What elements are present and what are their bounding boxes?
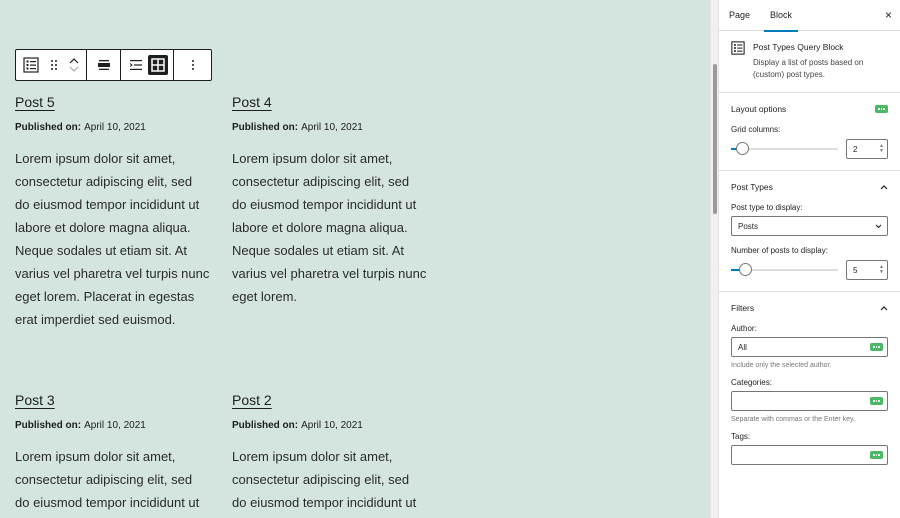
post-date: April 10, 2021 [301,420,363,431]
move-up-icon[interactable] [69,57,79,64]
post-excerpt: Lorem ipsum dolor sit amet, consectetur … [232,449,417,510]
comment-badge-icon [870,343,883,351]
block-card: Post Types Query Block Display a list of… [719,31,900,93]
comment-badge-icon [870,451,883,459]
chevron-up-icon [880,184,888,189]
post-title-link[interactable]: Post 3 [15,391,210,409]
list-view-icon[interactable] [125,50,147,80]
number-of-posts-input[interactable]: 5 ▲ ▼ [846,260,888,280]
post-card: Post 2 Published on: April 10, 2021 Lorem… [232,391,427,518]
post-excerpt: Lorem ipsum dolor sit amet, consectetur … [15,151,210,327]
author-help: Include only the selected author. [731,362,832,369]
post-date: April 10, 2021 [301,122,363,133]
post-title-link[interactable]: Post 4 [232,93,427,111]
post-meta: Published on: April 10, 2021 [232,121,427,135]
post-title-link[interactable]: Post 5 [15,93,210,111]
move-down-icon[interactable] [69,66,79,73]
post-meta-label: Published on: [15,420,82,431]
categories-help: Separate with commas or the Enter key. [731,416,855,423]
align-center-icon[interactable] [93,50,115,80]
toolbar-group-more [174,50,211,80]
grid-columns-number-input[interactable]: 2 ▲ ▼ [846,139,888,159]
editor-canvas: Post 5 Published on: April 10, 2021 Lorem… [0,0,710,518]
panel-layout-options-toggle[interactable]: Layout options [731,93,888,125]
post-excerpt: Lorem ipsum dolor sit amet, consectetur … [15,449,200,510]
tab-page[interactable]: Page [719,0,760,31]
panel-filters-toggle[interactable]: Filters [731,292,888,324]
drag-handle-icon[interactable] [46,50,62,80]
post-card: Post 3 Published on: April 10, 2021 Lorem… [15,391,210,518]
post-excerpt: Lorem ipsum dolor sit amet, consectetur … [232,151,427,304]
more-options-icon[interactable] [182,50,204,80]
author-value: All [738,342,747,352]
toolbar-group-view [121,50,174,80]
panel-post-types-toggle[interactable]: Post Types [731,171,888,203]
post-title-link[interactable]: Post 2 [232,391,427,409]
post-date: April 10, 2021 [84,122,146,133]
post-meta-label: Published on: [232,420,299,431]
author-label: Author: [731,324,757,333]
comment-badge-icon [870,397,883,405]
number-value: 2 [853,144,858,154]
grid-view-icon[interactable] [147,50,169,80]
canvas-scrollbar[interactable] [710,0,718,518]
spin-arrows-icon[interactable]: ▲ ▼ [879,144,884,154]
tags-label: Tags: [731,432,751,441]
settings-sidebar: Page Block × Post Types Query Block Disp… [718,0,900,518]
chevron-down-icon [875,224,882,228]
block-card-description: Display a list of posts based on (custom… [753,58,864,79]
number-of-posts-slider[interactable] [731,263,838,277]
panel-body: Grid columns: 2 ▲ ▼ [731,125,888,170]
post-date: April 10, 2021 [84,420,146,431]
grid-columns-slider[interactable] [731,142,838,156]
chevron-up-icon [880,305,888,310]
tags-field[interactable] [731,445,888,465]
number-of-posts-control: 5 ▲ ▼ [731,259,888,281]
categories-field[interactable] [731,391,888,411]
panel-filters: Filters Author: All Include only the sel… [719,292,900,475]
panel-body: Author: All Include only the selected au… [731,324,888,475]
post-meta-label: Published on: [232,122,299,133]
slider-thumb[interactable] [736,142,749,155]
post-types-query-icon [731,41,745,82]
sidebar-tabs: Page Block × [719,0,900,32]
block-mover [62,50,86,80]
block-toolbar [15,49,212,81]
scrollbar-thumb[interactable] [713,64,717,214]
post-meta: Published on: April 10, 2021 [15,121,210,135]
spin-arrows-icon[interactable]: ▲ ▼ [879,265,884,275]
toolbar-group-align [87,50,121,80]
grid-columns-control: 2 ▲ ▼ [731,138,888,160]
tab-block[interactable]: Block [760,0,802,32]
post-type-select[interactable]: Posts [731,216,888,236]
slider-thumb[interactable] [739,263,752,276]
number-value: 5 [853,265,858,275]
categories-label: Categories: [731,378,772,387]
post-types-query-icon[interactable] [16,50,46,80]
post-type-label: Post type to display: [731,203,803,212]
comment-badge-icon [875,105,888,113]
panel-title: Filters [731,303,755,313]
post-card: Post 5 Published on: April 10, 2021 Lorem… [15,93,210,331]
panel-body: Post type to display: Posts Number of po… [731,203,888,291]
panel-post-types: Post Types Post type to display: Posts N… [719,171,900,292]
panel-title: Layout options [731,104,787,114]
select-value: Posts [738,221,759,231]
toolbar-group-block [16,50,87,80]
post-meta-label: Published on: [15,122,82,133]
panel-title: Post Types [731,182,773,192]
grid-columns-label: Grid columns: [731,125,781,134]
post-meta: Published on: April 10, 2021 [15,419,210,433]
number-of-posts-label: Number of posts to display: [731,246,828,255]
post-meta: Published on: April 10, 2021 [232,419,427,433]
post-card: Post 4 Published on: April 10, 2021 Lorem… [232,93,427,308]
block-card-title: Post Types Query Block [753,42,844,52]
panel-layout-options: Layout options Grid columns: 2 ▲ ▼ [719,93,900,171]
close-icon[interactable]: × [885,8,892,22]
author-field[interactable]: All [731,337,888,357]
